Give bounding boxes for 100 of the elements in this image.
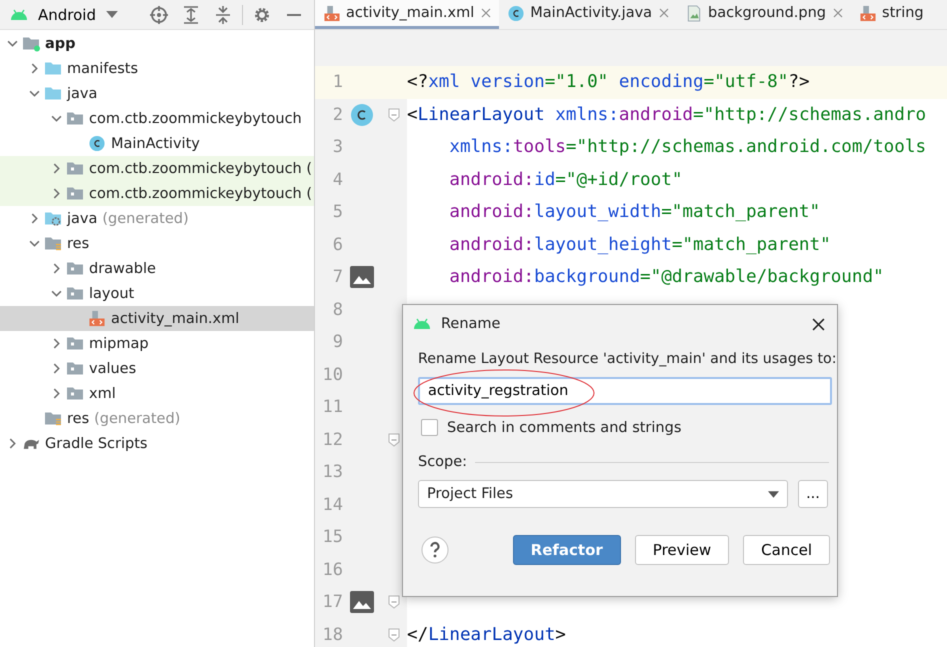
- item-note: (generated): [94, 410, 180, 426]
- line-number: 8: [332, 300, 343, 320]
- tree-item[interactable]: res: [0, 231, 314, 256]
- fold-icon[interactable]: [388, 595, 400, 610]
- browse-button[interactable]: ...: [798, 480, 828, 508]
- line-number: 3: [332, 137, 343, 158]
- xml-file-icon: [859, 4, 878, 22]
- item-label: values: [89, 360, 136, 376]
- tree-item[interactable]: values: [0, 356, 314, 381]
- tree-item[interactable]: Gradle Scripts: [0, 431, 314, 456]
- scope-dropdown[interactable]: Project Files: [418, 480, 788, 508]
- expand-all-icon[interactable]: [182, 6, 200, 24]
- caret-icon[interactable]: [106, 11, 118, 18]
- scope-label: Scope:: [418, 454, 468, 470]
- tree-item[interactable]: com.ctb.zoommickeybytouch (: [0, 181, 314, 206]
- item-label: res: [67, 236, 90, 252]
- resource-folder-icon: [44, 235, 62, 252]
- line-number: 12: [322, 430, 343, 450]
- code-text: android:background="@drawable/background": [448, 267, 884, 288]
- line-number: 18: [322, 624, 343, 645]
- close-icon[interactable]: [812, 318, 825, 330]
- resource-folder-icon: [44, 410, 62, 427]
- image-icon[interactable]: [350, 591, 374, 614]
- dialog-title: Rename: [441, 316, 502, 332]
- code-text: android:id="@+id/root": [448, 170, 682, 190]
- tree-item[interactable]: activity_main.xml: [0, 306, 314, 331]
- image-icon[interactable]: [350, 266, 374, 288]
- locate-icon[interactable]: [150, 6, 168, 24]
- item-label: mipmap: [89, 336, 149, 352]
- tab-label: activity_main.xml: [346, 5, 474, 21]
- code-text: <LinearLayout xmlns:android="http://schemas.andro: [407, 104, 926, 125]
- chevron-down-icon[interactable]: [28, 238, 40, 249]
- checkbox[interactable]: [421, 419, 438, 436]
- package-folder-icon: [66, 185, 84, 202]
- tab-label: string: [882, 5, 924, 21]
- line-number: 17: [322, 592, 343, 612]
- help-icon[interactable]: [421, 536, 449, 564]
- android-icon: [413, 318, 431, 330]
- editor-tab[interactable]: string: [851, 0, 939, 29]
- package-folder-icon: [66, 335, 84, 352]
- package-folder-icon: [66, 360, 84, 377]
- chevron-down-icon[interactable]: [6, 38, 18, 49]
- class-icon[interactable]: [350, 104, 374, 126]
- item-label: layout: [89, 286, 134, 302]
- fold-icon[interactable]: [388, 108, 400, 122]
- editor-tab[interactable]: background.png: [677, 0, 852, 29]
- line-number: 4: [332, 170, 343, 190]
- line-number: 5: [332, 202, 343, 222]
- chevron-down-icon[interactable]: [28, 88, 40, 99]
- tree-item[interactable]: mipmap: [0, 331, 314, 356]
- item-label: MainActivity: [111, 136, 200, 152]
- prompt-text: Rename Layout Resource 'activity_main' and its usages to:: [418, 351, 833, 367]
- package-folder-icon: [66, 285, 84, 302]
- tree-item[interactable]: app: [0, 31, 314, 56]
- tree-item[interactable]: xml: [0, 381, 314, 406]
- item-label: activity_main.xml: [111, 310, 240, 326]
- tree-item[interactable]: java (generated): [0, 206, 314, 231]
- line-number: 11: [322, 397, 343, 418]
- tree-item[interactable]: manifests: [0, 56, 314, 81]
- line-number: 10: [322, 364, 343, 385]
- dialog-button[interactable]: Preview: [634, 535, 730, 565]
- item-label: Gradle Scripts: [45, 436, 148, 452]
- fold-icon[interactable]: [388, 432, 400, 447]
- package-folder-icon: [66, 160, 84, 177]
- tab-label: MainActivity.java: [530, 5, 652, 21]
- dialog-button[interactable]: Refactor: [512, 535, 621, 565]
- name-input[interactable]: activity_regstration: [418, 377, 832, 405]
- code-text: xmlns:tools="http://schemas.android.com/tools: [448, 137, 926, 158]
- code-text: android:layout_height="match_parent": [448, 234, 831, 255]
- line-number: 7: [332, 267, 343, 288]
- tab-label: background.png: [708, 5, 826, 21]
- item-label: manifests: [67, 60, 138, 76]
- item-label: drawable: [89, 260, 156, 276]
- package-folder-icon: [66, 110, 84, 127]
- view-dropdown[interactable]: Android: [34, 6, 100, 24]
- xml-file-icon: [88, 310, 106, 327]
- tree-item[interactable]: com.ctb.zoommickeybytouch (: [0, 156, 314, 181]
- editor-tab[interactable]: activity_main.xml: [315, 0, 500, 29]
- collapse-all-icon[interactable]: [214, 6, 232, 24]
- tree-item[interactable]: layout: [0, 281, 314, 306]
- dialog-button[interactable]: Cancel: [743, 535, 830, 565]
- chevron-down-icon[interactable]: [50, 113, 62, 124]
- android-icon: [10, 8, 28, 20]
- chevron-down-icon[interactable]: [50, 288, 62, 299]
- module-folder-icon: [22, 35, 40, 52]
- tree-item[interactable]: drawable: [0, 256, 314, 281]
- class-icon: [507, 4, 526, 22]
- line-number: 15: [322, 527, 343, 548]
- code-text: <?xml version="1.0" encoding="utf-8"?>: [407, 72, 810, 92]
- code-text: android:layout_width="match_parent": [448, 202, 820, 222]
- fold-icon[interactable]: [388, 628, 400, 642]
- tree-item[interactable]: res (generated): [0, 406, 314, 431]
- tree-item[interactable]: java: [0, 81, 314, 106]
- folder-icon: [44, 60, 62, 77]
- settings-icon[interactable]: [253, 6, 271, 24]
- tree-item[interactable]: com.ctb.zoommickeybytouch: [0, 106, 314, 131]
- editor-tab[interactable]: MainActivity.java: [499, 0, 678, 29]
- caret-icon[interactable]: [768, 490, 779, 498]
- line-number: 1: [332, 72, 343, 92]
- tree-item[interactable]: MainActivity: [0, 131, 314, 156]
